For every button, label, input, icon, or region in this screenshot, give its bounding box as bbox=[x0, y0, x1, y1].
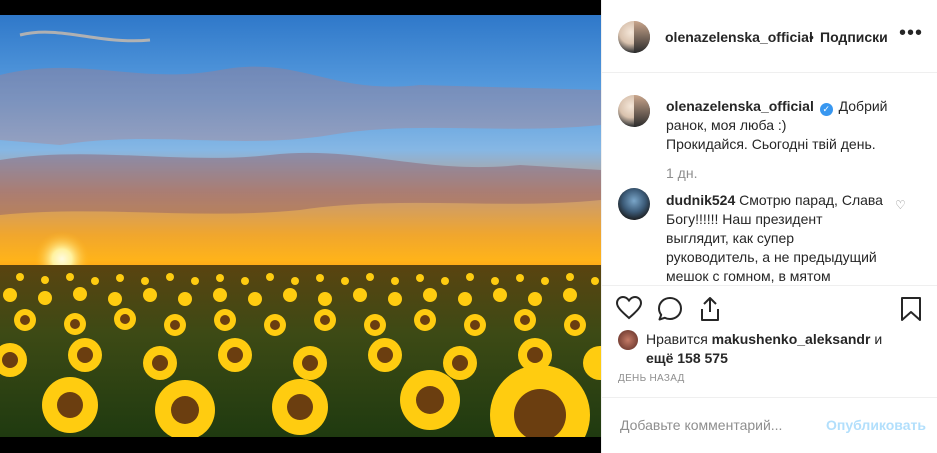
caption-time[interactable]: 1 дн. bbox=[666, 165, 697, 181]
caption: olenazelenska_official ✓ Добрий ранок, м… bbox=[666, 97, 922, 154]
comment-item: dudnik524 Смотрю парад, Слава Богу!!!!!!… bbox=[666, 191, 886, 285]
sunflower-field-image bbox=[0, 30, 601, 437]
caption-text-line2: Прокидайся. Сьогодні твій день. bbox=[666, 136, 876, 152]
bookmark-icon[interactable] bbox=[900, 296, 922, 327]
separator-dot: • bbox=[809, 29, 814, 45]
likes-prefix: Нравится bbox=[646, 331, 708, 347]
comment-like-icon[interactable]: ♡ bbox=[895, 198, 906, 212]
caption-username[interactable]: olenazelenska_official bbox=[666, 98, 814, 114]
post-header: olenazelenska_official • Подписки ••• bbox=[602, 0, 937, 73]
publish-button[interactable]: Опубликовать bbox=[826, 417, 926, 433]
commenter-avatar[interactable] bbox=[618, 188, 650, 220]
following-button[interactable]: Подписки bbox=[820, 29, 888, 45]
comment-icon[interactable] bbox=[657, 296, 683, 327]
post-image[interactable] bbox=[0, 15, 601, 437]
verified-badge-icon: ✓ bbox=[819, 103, 833, 116]
liker-avatar[interactable] bbox=[618, 330, 638, 350]
action-bar bbox=[602, 285, 937, 326]
liker-username[interactable]: makushenko_aleksandr bbox=[712, 331, 871, 347]
likes-summary: Нравится makushenko_aleksandr и ещё 158 … bbox=[618, 330, 918, 368]
likes-count[interactable]: ещё 158 575 bbox=[646, 350, 728, 366]
more-icon[interactable]: ••• bbox=[899, 22, 923, 45]
author-username[interactable]: olenazelenska_official bbox=[665, 29, 813, 45]
likes-and: и bbox=[874, 331, 883, 347]
comments-section: olenazelenska_official ✓ Добрий ранок, м… bbox=[602, 73, 937, 285]
comment-username[interactable]: dudnik524 bbox=[666, 192, 735, 208]
add-comment-bar: Опубликовать bbox=[602, 397, 937, 453]
post-date[interactable]: ДЕНЬ НАЗАД bbox=[618, 373, 685, 384]
caption-avatar[interactable] bbox=[618, 95, 650, 127]
author-avatar[interactable] bbox=[618, 21, 650, 53]
share-icon[interactable] bbox=[698, 296, 722, 327]
like-icon[interactable] bbox=[615, 295, 643, 325]
comment-input[interactable] bbox=[618, 416, 822, 434]
post-side-panel: olenazelenska_official • Подписки ••• ol… bbox=[601, 0, 937, 453]
